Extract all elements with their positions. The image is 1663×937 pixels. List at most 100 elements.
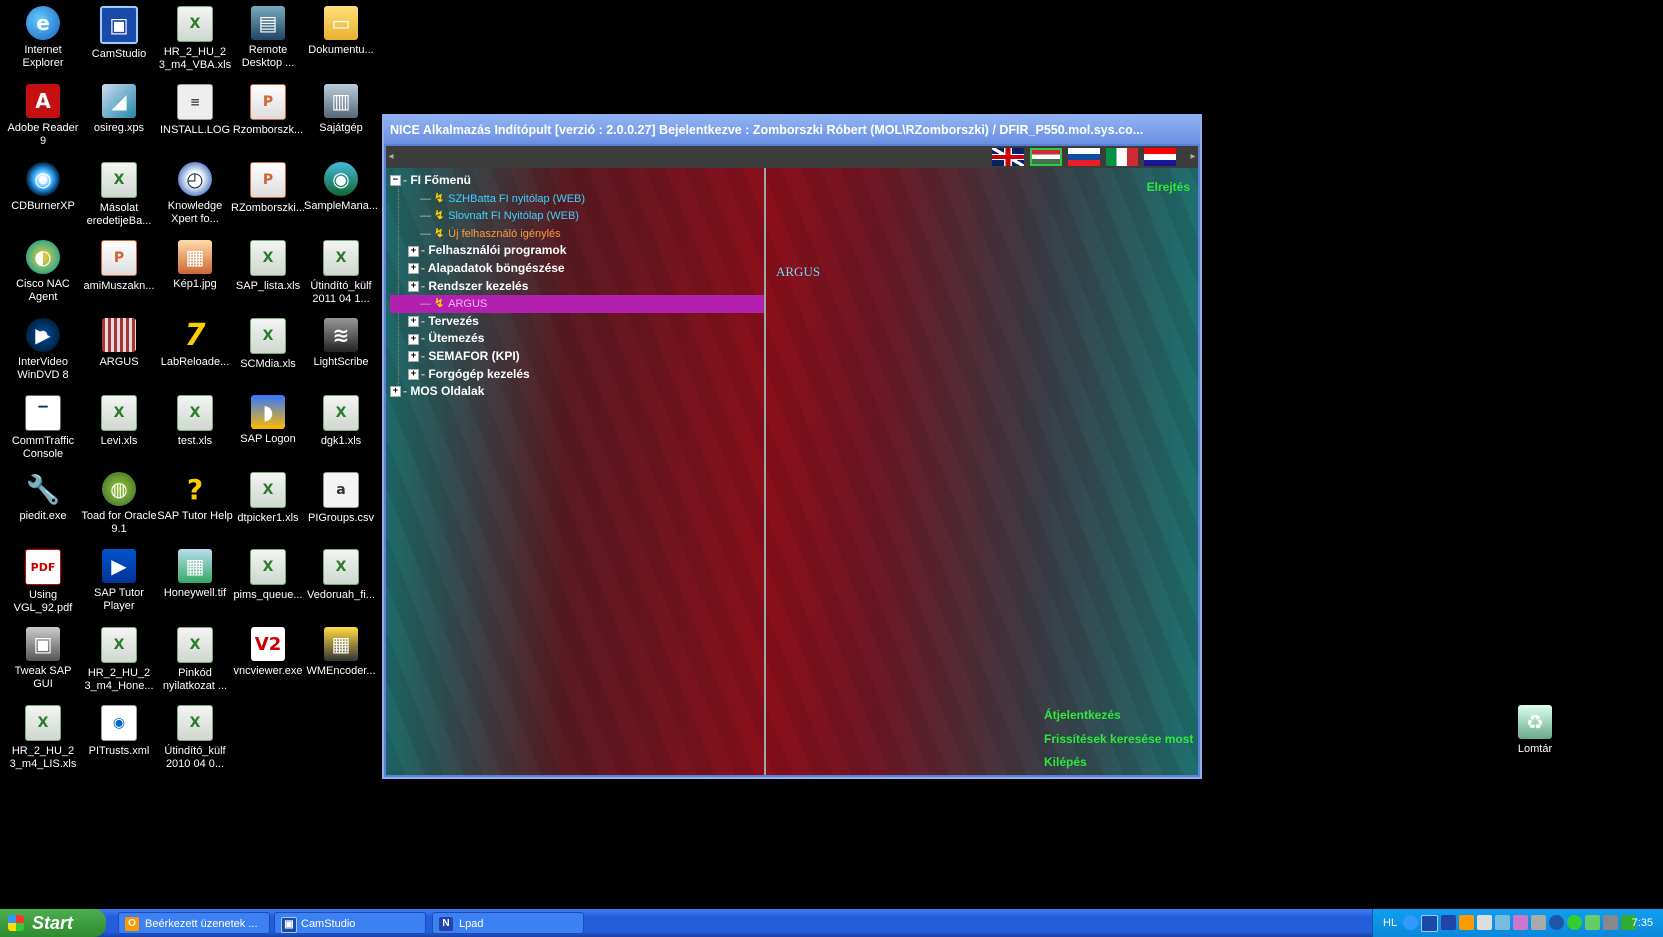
security-tray-icon[interactable] (1585, 915, 1600, 930)
tree-node-mos-oldalak[interactable]: + - MOS Oldalak (390, 383, 765, 401)
desktop-icon[interactable]: X Levi.xls (80, 395, 158, 448)
tree-node-utemezes[interactable]: + - Ütemezés (390, 330, 765, 348)
hungarian-flag-icon[interactable] (1030, 148, 1062, 166)
desktop-icon[interactable]: ◍ Toad for Oracle 9.1 (80, 472, 158, 536)
expand-icon[interactable]: + (408, 245, 419, 257)
desktop-icon[interactable]: ▶ SAP Tutor Player (80, 549, 158, 613)
expand-icon[interactable]: + (408, 263, 419, 275)
desktop-icon[interactable]: Xdgk1.xls (302, 395, 380, 448)
desktop-icon[interactable]: ? SAP Tutor Help (156, 472, 234, 523)
slovak-flag-icon[interactable] (1068, 148, 1100, 166)
desktop-icon[interactable]: ◴ Knowledge Xpert fo... (156, 162, 234, 226)
scroll-right-icon[interactable]: ▸ (1188, 146, 1198, 168)
outlook-tray-icon[interactable] (1459, 915, 1474, 930)
back-arrow-icon[interactable] (1403, 915, 1418, 930)
window-title[interactable]: NICE Alkalmazás Indítópult [verzió : 2.0… (384, 116, 1200, 144)
desktop-icon[interactable]: X Másolat eredetijeBa... (80, 162, 158, 228)
vpn-tray-icon[interactable] (1549, 915, 1564, 930)
tree-node-forgogep[interactable]: + - Forgógép kezelés (390, 366, 765, 384)
expand-icon[interactable]: + (408, 351, 419, 363)
tree-node-tervezes[interactable]: + - Tervezés (390, 313, 765, 331)
wifi-tray-icon[interactable] (1513, 915, 1528, 930)
tree-leaf-slovnaft[interactable]: — ↯ Slovnaft FI Nyitólap (WEB) (390, 207, 765, 225)
desktop-icon[interactable]: ◢ osireg.xps (80, 84, 158, 135)
desktop-icon[interactable]: X Útindító_külf 2011 04 1... (302, 240, 380, 306)
desktop-icon[interactable]: ▔ CommTraffic Console (4, 395, 82, 461)
desktop-icon[interactable]: ▦ Kép1.jpg (156, 240, 234, 291)
tree-leaf-uj-felhasznalo[interactable]: — ↯ Új felhasználó igénylés (390, 225, 765, 243)
desktop-icon[interactable]: 7 LabReloade... (156, 318, 234, 369)
desktop-icon[interactable]: ◗ SAP Logon (229, 395, 307, 446)
exit-link[interactable]: Kilépés (1044, 755, 1193, 775)
check-updates-link[interactable]: Frissítések keresése most (1044, 732, 1193, 756)
desktop-icon[interactable]: ≡ INSTALL.LOG (156, 84, 234, 137)
desktop-icon[interactable]: Xdtpicker1.xls (229, 472, 307, 525)
desktop-icon[interactable]: 🔧 piedit.exe (4, 472, 82, 523)
desktop-icon[interactable]: P RZomborszki... (229, 162, 307, 215)
camstudio-tray-icon[interactable] (1421, 915, 1438, 932)
display-tray-icon[interactable] (1477, 915, 1492, 930)
hide-link[interactable]: Elrejtés (1147, 180, 1190, 194)
desktop-icon[interactable]: X HR_2_HU_2 3_m4_Hone... (80, 627, 158, 693)
taskbar-button-lpad[interactable]: N Lpad (432, 912, 584, 934)
language-indicator[interactable]: HL (1383, 909, 1397, 937)
desktop-icon[interactable]: X SAP_lista.xls (229, 240, 307, 293)
desktop-icon[interactable]: P Rzomborszk... (229, 84, 307, 137)
desktop-icon[interactable]: Xtest.xls (156, 395, 234, 448)
tree-node-fi-fomenu[interactable]: − - FI Főmenü (390, 172, 765, 190)
tree-node-rendszer-kezeles[interactable]: + - Rendszer kezelés (390, 278, 765, 296)
croatian-flag-icon[interactable] (1144, 148, 1176, 166)
italian-flag-icon[interactable] (1106, 148, 1138, 166)
relogin-link[interactable]: Átjelentkezés (1044, 708, 1193, 732)
desktop-icon[interactable]: ◉ PITrusts.xml (80, 705, 158, 758)
desktop-icon[interactable]: X Útindító_külf 2010 04 0... (156, 705, 234, 771)
collapse-icon[interactable]: − (390, 175, 401, 187)
desktop-icon[interactable]: ▣ CamStudio (80, 6, 158, 61)
desktop-icon[interactable]: ARGUS (80, 318, 158, 369)
update-tray-icon[interactable] (1567, 915, 1582, 930)
tree-node-alapadatok[interactable]: + - Alapadatok böngészése (390, 260, 765, 278)
desktop-icon[interactable]: e Internet Explorer (4, 6, 82, 70)
desktop-icon[interactable]: ▥ Sajátgép (302, 84, 380, 135)
desktop-icon[interactable]: X Pinkód nyilatkozat ... (156, 627, 234, 693)
desktop-icon[interactable]: X Vedoruah_fi... (302, 549, 380, 602)
desktop-icon[interactable]: X SCMdia.xls (229, 318, 307, 371)
desktop-icon[interactable]: PDF Using VGL_92.pdf (4, 549, 82, 615)
tree-leaf-argus[interactable]: — ↯ ARGUS (390, 295, 765, 313)
desktop-icon[interactable]: ≋ LightScribe (302, 318, 380, 369)
desktop-icon[interactable]: X HR_2_HU_2 3_m4_VBA.xls (156, 6, 234, 72)
expand-icon[interactable]: + (408, 316, 419, 328)
desktop-icon[interactable]: ▦ WMEncoder... (302, 627, 380, 678)
desktop-icon[interactable]: ◎ CDBurnerXP (4, 162, 82, 213)
taskbar-button-camstudio[interactable]: ▣ CamStudio (274, 912, 426, 934)
desktop-icon[interactable]: a PIGroups.csv (302, 472, 380, 525)
english-flag-icon[interactable] (992, 148, 1024, 166)
network-tray-icon[interactable] (1441, 915, 1456, 930)
volume-tray-icon[interactable] (1603, 915, 1618, 930)
desktop-icon[interactable]: A Adobe Reader 9 (4, 84, 82, 148)
expand-icon[interactable]: + (408, 333, 419, 345)
desktop-icon[interactable]: ♻ Lomtár (1496, 705, 1574, 756)
pen-tray-icon[interactable] (1531, 915, 1546, 930)
desktop-icon[interactable]: PamiMuszakn... (80, 240, 158, 293)
desktop-icon[interactable]: ▦ Honeywell.tif (156, 549, 234, 600)
tree-node-semafor[interactable]: + - SEMAFOR (KPI) (390, 348, 765, 366)
desktop-icon[interactable]: ▣ Tweak SAP GUI (4, 627, 82, 691)
expand-icon[interactable]: + (408, 280, 419, 292)
tree-leaf-szhbatta[interactable]: — ↯ SZHBatta FI nyitólap (WEB) (390, 190, 765, 208)
scroll-left-icon[interactable]: ◂ (386, 146, 396, 168)
desktop-icon[interactable]: ◐ Cisco NAC Agent (4, 240, 82, 304)
desktop-icon[interactable]: V2 vncviewer.exe (229, 627, 307, 678)
desktop-icon[interactable]: ◉ SampleMana... (302, 162, 380, 213)
start-button[interactable]: Start (0, 909, 106, 937)
taskbar-button-outlook[interactable]: O Beérkezett üzenetek ... (118, 912, 270, 934)
panel-splitter[interactable] (764, 168, 766, 775)
desktop-icon[interactable]: ▭ Dokumentu... (302, 6, 380, 57)
expand-icon[interactable]: + (408, 368, 419, 380)
desktop-icon[interactable]: ▤ Remote Desktop ... (229, 6, 307, 70)
tree-node-felhasznaloi-programok[interactable]: + - Felhasználói programok (390, 242, 765, 260)
expand-icon[interactable]: + (390, 386, 401, 398)
desktop-icon[interactable]: ▶ InterVideo WinDVD 8 (4, 318, 82, 382)
monitor-tray-icon[interactable] (1495, 915, 1510, 930)
desktop-icon[interactable]: X HR_2_HU_2 3_m4_LIS.xls (4, 705, 82, 771)
